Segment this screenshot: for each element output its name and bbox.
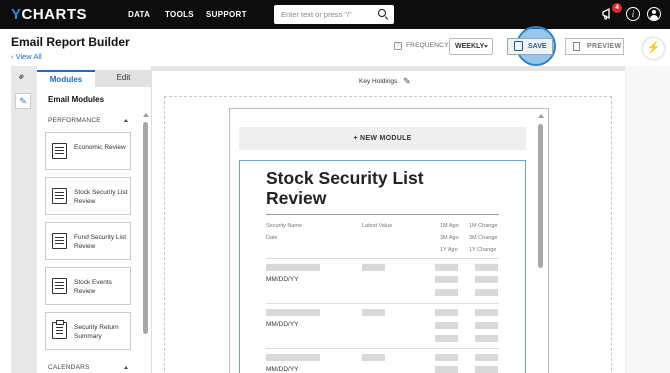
help-icon[interactable]: ? <box>394 42 402 50</box>
chevron-down-icon <box>484 45 488 48</box>
header-date: Date <box>266 235 278 241</box>
placeholder-bar <box>362 309 385 316</box>
header-1m-ago: 1M Ago <box>440 223 459 229</box>
module-card-economic-review[interactable]: Economic Review <box>45 132 131 170</box>
top-nav: YCHARTS DATA TOOLS SUPPORT Enter text or… <box>0 0 670 29</box>
header-1m-change: 1M Change <box>469 223 498 229</box>
placeholder-bar <box>266 354 320 361</box>
placeholder-bar <box>435 309 458 316</box>
nav-tools[interactable]: TOOLS <box>165 10 194 19</box>
module-card-stock-events[interactable]: Stock Events Review <box>45 267 131 305</box>
scroll-up-arrow[interactable] <box>538 114 544 118</box>
panel-title: Email Modules <box>48 95 105 104</box>
user-icon[interactable] <box>647 7 661 21</box>
placeholder-bar <box>475 264 498 271</box>
placeholder-bar <box>435 354 458 361</box>
ycharts-logo[interactable]: YCHARTS <box>11 6 87 23</box>
search-icon[interactable] <box>378 9 386 17</box>
search-input[interactable]: Enter text or press "/" <box>274 5 394 24</box>
canvas-topbar <box>152 66 625 71</box>
module-label: Stock Events Review <box>74 279 112 295</box>
info-icon[interactable]: i <box>626 7 640 21</box>
frame-scrollbar[interactable] <box>538 124 543 268</box>
row-date: MM/DD/YY <box>266 366 299 373</box>
placeholder-bar <box>435 366 458 373</box>
placeholder-bar <box>435 289 458 296</box>
row-date: MM/DD/YY <box>266 321 299 328</box>
placeholder-bar <box>475 354 498 361</box>
report-title: Stock Security List Review <box>266 168 424 208</box>
list-icon <box>52 278 67 294</box>
nav-data[interactable]: DATA <box>128 10 150 19</box>
page-title: Email Report Builder <box>11 35 130 49</box>
placeholder-bar <box>435 264 458 271</box>
view-all-link[interactable]: ‹ View All <box>11 52 42 61</box>
module-card-stock-security-list[interactable]: Stock Security List Review <box>45 177 131 215</box>
divider <box>266 348 499 349</box>
section-calendars[interactable]: CALENDARS <box>48 364 90 371</box>
placeholder-bar <box>475 366 498 373</box>
header-security-name: Security Name <box>266 223 303 229</box>
clipboard-icon <box>52 320 67 339</box>
module-card-security-return-summary[interactable]: Security Return Summary <box>45 312 131 350</box>
tab-edit[interactable]: Edit <box>95 70 152 87</box>
placeholder-bar <box>266 309 320 316</box>
placeholder-bar <box>362 264 385 271</box>
header-1y-change: 1Y Change <box>469 247 497 253</box>
bolt-icon[interactable]: ⚡ <box>643 38 664 59</box>
pencil-icon[interactable]: ✎ <box>403 76 411 87</box>
frequency-label: ? FREQUENCY: <box>394 42 450 50</box>
placeholder-bar <box>475 322 498 329</box>
placeholder-bar <box>435 322 458 329</box>
frequency-select[interactable]: WEEKLY <box>449 38 493 55</box>
chevron-up-icon[interactable] <box>124 366 128 369</box>
placeholder-bar <box>475 335 498 342</box>
chevron-up-icon[interactable] <box>124 119 128 122</box>
tab-modules[interactable]: Modules <box>37 70 95 87</box>
module-label: Security Return Summary <box>74 324 119 340</box>
module-card-fund-security-list[interactable]: Fund Security List Review <box>45 222 131 260</box>
placeholder-bar <box>475 276 498 283</box>
placeholder-bar <box>435 335 458 342</box>
save-icon <box>514 41 523 51</box>
panel-scrollbar[interactable] <box>143 122 148 334</box>
list-icon <box>52 233 67 249</box>
left-rail <box>11 66 37 373</box>
new-module-button[interactable]: + NEW MODULE <box>239 127 526 150</box>
placeholder-bar <box>266 264 320 271</box>
module-label: Fund Security List Review <box>74 234 127 250</box>
header-3m-change: 3M Change <box>469 235 498 241</box>
placeholder-bar <box>475 289 498 296</box>
header-3m-ago: 3M Ago <box>440 235 459 241</box>
module-label: Economic Review <box>74 144 126 151</box>
divider <box>266 214 499 215</box>
module-label: Stock Security List Review <box>74 189 128 205</box>
right-gutter <box>625 66 670 373</box>
list-icon <box>52 143 67 159</box>
divider <box>266 258 499 259</box>
preview-icon <box>573 42 580 51</box>
divider <box>266 303 499 304</box>
row-date: MM/DD/YY <box>266 276 299 283</box>
section-performance[interactable]: PERFORMANCE <box>48 117 101 124</box>
key-holdings-label: Key Holdings <box>359 78 398 85</box>
list-icon <box>52 188 67 204</box>
placeholder-bar <box>362 354 385 361</box>
placeholder-bar <box>475 309 498 316</box>
header-1y-ago: 1Y Ago <box>440 247 458 253</box>
nav-support[interactable]: SUPPORT <box>206 10 247 19</box>
notification-badge: 4 <box>612 3 622 13</box>
header-latest-value: Latest Value <box>362 223 393 229</box>
placeholder-bar <box>435 276 458 283</box>
edit-icon[interactable]: ✎ <box>15 93 31 109</box>
scroll-up-arrow[interactable] <box>143 113 149 117</box>
